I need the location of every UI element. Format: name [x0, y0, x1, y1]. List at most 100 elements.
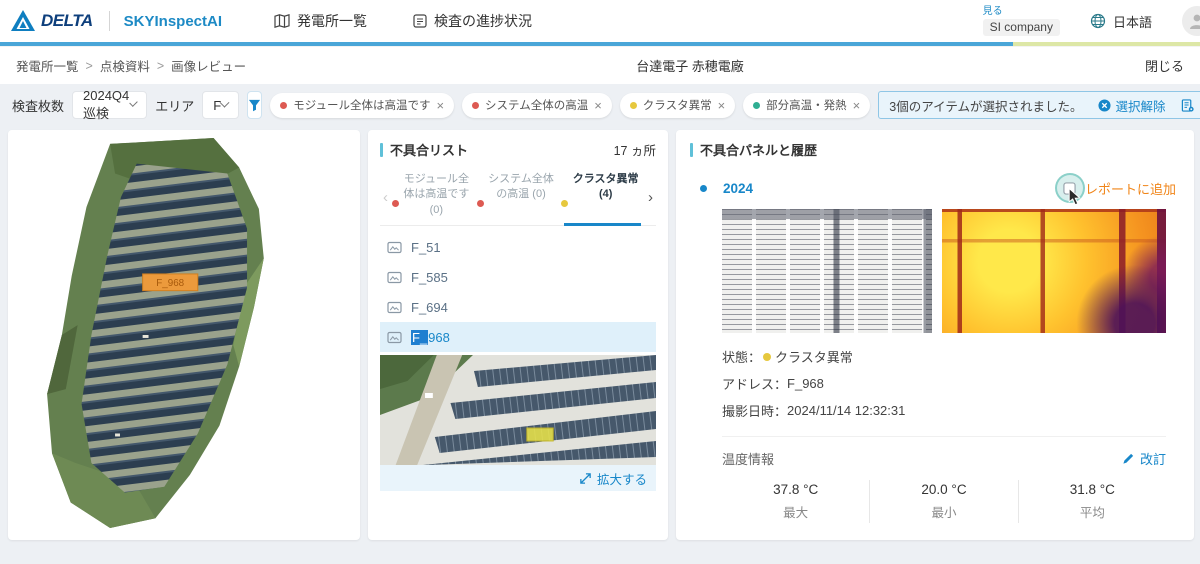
image-icon — [387, 301, 402, 313]
enlarge-button[interactable]: 拡大する — [380, 465, 656, 492]
chip-close-icon[interactable]: × — [594, 99, 602, 112]
breadcrumb-item[interactable]: 点検資料 — [100, 56, 150, 75]
map-marker-selected-panel[interactable]: F_968 — [142, 273, 199, 292]
list-item-label: F_694 — [411, 299, 448, 315]
filter-button[interactable] — [247, 91, 263, 119]
tabs-next-arrow[interactable]: › — [645, 189, 656, 206]
site-orthophoto[interactable]: F_968 — [16, 138, 352, 532]
language-switcher[interactable]: 日本語 — [1090, 12, 1152, 31]
detail-title: 不具合パネルと履歴 — [700, 143, 818, 158]
chip-status-dot-icon — [753, 101, 761, 109]
top-bar: DELTA SKYInspectAI 発電所一覧 検査の進捗状況 見る SI c… — [0, 0, 1200, 42]
tab-status-dot-icon — [392, 200, 399, 208]
funnel-icon — [249, 99, 261, 111]
datetime-label: 撮影日時 — [722, 404, 775, 419]
image-icon — [387, 331, 402, 343]
add-to-report-button[interactable]: レポートに追加 — [1054, 173, 1176, 206]
chip-label: システム全体の高温 — [485, 100, 589, 112]
defect-list-header: 不具合リスト 17 ヵ所 — [380, 140, 656, 159]
temperature-value: 31.8 °C — [1069, 482, 1115, 497]
inspection-select-value: 2024Q4巡検 — [83, 88, 130, 121]
top-right: 見る SI company 日本語 — [982, 6, 1200, 36]
tab-label: モジュール全体は高温です (0) — [403, 173, 470, 216]
status-label: 状態 — [722, 350, 749, 365]
language-label: 日本語 — [1112, 14, 1152, 30]
site-map-panel: F_968 — [8, 130, 360, 540]
temperature-value: 20.0 °C — [921, 482, 967, 497]
defect-tab[interactable]: システム全体の高温 (0) — [476, 169, 561, 225]
defect-photo[interactable] — [380, 355, 656, 466]
temperature-column: 20.0 °C 最小 — [869, 480, 1017, 523]
filter-chip[interactable]: 部分高温・発熱 × — [743, 92, 871, 118]
accent-bar — [380, 142, 383, 157]
brand-text: DELTA — [41, 11, 93, 30]
list-item[interactable]: F_968 — [380, 322, 656, 353]
main-content: F_968 不具合リスト 17 ヵ所 ‹ モジュール全体は高温です (0) システ… — [0, 126, 1200, 540]
list-item-label: F_968 — [411, 329, 450, 345]
user-avatar[interactable] — [1182, 6, 1200, 36]
filter-chips: モジュール全体は高温です × システム全体の高温 × クラスタ異常 × 部分高温・発熱 × — [270, 92, 871, 118]
temperature-label: 平均 — [1079, 506, 1105, 520]
tab-status-dot-icon — [476, 200, 484, 208]
detail-info: 状態： クラスタ異常 アドレス： F_968 撮影日時： 2024/11/14 … — [690, 347, 1180, 420]
click-ripple — [1054, 173, 1085, 206]
address-line: アドレス： F_968 — [722, 376, 824, 392]
text-selection: F_ — [411, 329, 429, 345]
close-button[interactable]: 閉じる — [1145, 56, 1184, 75]
nav-plant-list[interactable]: 発電所一覧 — [274, 11, 367, 31]
inspection-count-label: 検査枚数 — [12, 98, 65, 114]
address-value: F_968 — [787, 376, 824, 391]
tabs-prev-arrow[interactable]: ‹ — [380, 189, 391, 206]
accent-bar — [690, 142, 693, 157]
list-item-label: F_585 — [411, 269, 448, 285]
year-bullet-icon — [700, 184, 707, 192]
chip-close-icon[interactable]: × — [853, 99, 861, 112]
add-to-report-label: レポートに追加 — [1084, 181, 1176, 197]
chip-label: 部分高温・発熱 — [766, 100, 847, 112]
brand-logo: DELTA — [10, 9, 93, 33]
enlarge-label: 拡大する — [596, 472, 647, 487]
datetime-value: 2024/11/14 12:32:31 — [787, 403, 906, 418]
status-line: 状態： クラスタ異常 — [722, 347, 1180, 366]
tabs-host: モジュール全体は高温です (0) システム全体の高温 (0) クラスタ異常 (4) — [391, 169, 645, 227]
list-item[interactable]: F_694 — [380, 292, 656, 322]
person-icon — [1190, 14, 1200, 29]
temperature-column: 37.8 °C 最大 — [722, 480, 869, 523]
list-item[interactable]: F_585 — [380, 262, 656, 292]
area-label: エリア — [155, 98, 195, 114]
edit-button[interactable]: 改訂 — [1122, 449, 1166, 468]
list-item[interactable]: F_51 — [380, 232, 656, 262]
pencil-icon — [1123, 453, 1134, 464]
company-switcher[interactable]: 見る SI company — [982, 6, 1060, 36]
status-value: クラスタ異常 — [775, 350, 853, 365]
site-title: 台達電子 赤穂電廠 — [636, 59, 744, 74]
area-select[interactable]: F — [202, 91, 240, 119]
breadcrumb-item[interactable]: 画像レビュー — [171, 56, 246, 75]
chip-close-icon[interactable]: × — [718, 99, 726, 112]
tab-status-dot-icon — [561, 200, 569, 208]
year-row: 2024 レポートに追加 — [700, 173, 1180, 206]
detail-header: 不具合パネルと履歴 — [690, 140, 1180, 159]
breadcrumb-item[interactable]: 発電所一覧 — [16, 56, 79, 75]
temperature-section: 温度情報 改訂 37.8 °C 最大 20.0 °C 最小 31.8 °C 平均 — [722, 436, 1166, 523]
defect-tab[interactable]: モジュール全体は高温です (0) — [391, 169, 476, 225]
defect-list-title: 不具合リスト — [390, 143, 469, 158]
create-report-button[interactable]: レポート作成 — [1181, 96, 1200, 115]
defect-photo-image — [380, 355, 656, 466]
chip-close-icon[interactable]: × — [436, 99, 444, 112]
status-dot-icon — [763, 352, 772, 361]
mouse-cursor-icon — [1068, 188, 1081, 206]
panel-rgb-image — [722, 209, 932, 333]
year-label[interactable]: 2024 — [723, 181, 753, 196]
divider — [108, 11, 110, 31]
map-book-icon — [274, 14, 290, 28]
temperature-column: 31.8 °C 平均 — [1017, 480, 1166, 523]
defect-tab[interactable]: クラスタ異常 (4) — [560, 169, 645, 227]
inspection-select[interactable]: 2024Q4巡検 — [72, 88, 148, 121]
nav-inspection-progress[interactable]: 検査の進捗状況 — [413, 11, 532, 31]
clear-selection-button[interactable]: 選択解除 — [1098, 96, 1165, 115]
filter-chip[interactable]: モジュール全体は高温です × — [270, 92, 455, 118]
breadcrumb-separator: > — [85, 58, 93, 73]
filter-chip[interactable]: クラスタ異常 × — [619, 92, 736, 118]
filter-chip[interactable]: システム全体の高温 × — [462, 92, 612, 118]
